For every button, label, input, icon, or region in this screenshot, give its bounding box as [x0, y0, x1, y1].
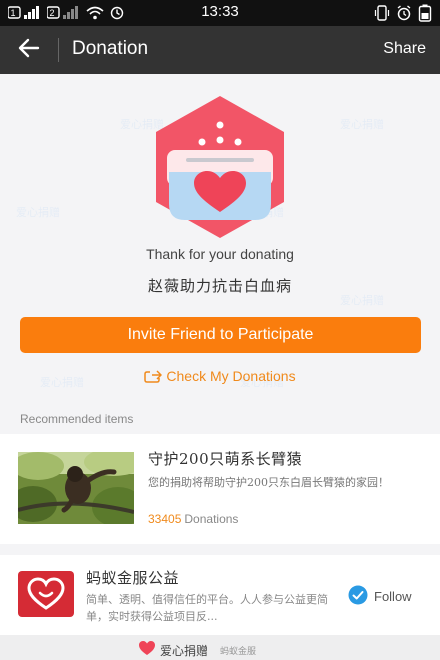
org-logo: [18, 571, 74, 617]
follow-label: Follow: [374, 589, 412, 604]
footer-sub: 蚂蚁金服: [220, 645, 257, 656]
vibrate-icon: [374, 5, 390, 25]
check-donations-link[interactable]: Check My Donations: [0, 368, 440, 386]
status-right: [374, 4, 432, 26]
footer: 爱心捐赠 蚂蚁金服: [0, 635, 440, 660]
donation-count-value: 33405: [148, 512, 182, 526]
app-bar-divider: [58, 38, 59, 62]
item-description: 您的捐助将帮助守护200只东白眉长臂猿的家园！: [148, 476, 389, 489]
org-description: 简单、透明、值得信任的平台。人人参与公益更简单，实时获得公益项目反...: [86, 593, 328, 623]
alarm-icon: [396, 5, 412, 25]
footer-brand: 爱心捐赠: [160, 643, 209, 658]
main-content: 爱心捐赠 爱心捐赠 爱心捐赠 爱心捐赠 爱心捐赠 爱心捐赠 爱心捐赠 Thank…: [0, 74, 440, 660]
app-bar: Donation Share: [0, 26, 440, 74]
section-title-recommended: Recommended items: [20, 412, 134, 426]
donation-count-label: Donations: [184, 512, 239, 526]
battery-icon: [418, 4, 432, 26]
link-arrow-icon: [144, 369, 163, 386]
heart-icon: [138, 640, 156, 660]
check-donations-label: Check My Donations: [166, 368, 296, 384]
page-title: Donation: [72, 38, 149, 59]
thanks-text: Thank for your donating: [146, 246, 294, 262]
arrow-left-icon: [18, 38, 40, 62]
item-donation-count: 33405 Donations: [148, 512, 238, 526]
gibbon-photo: [18, 452, 134, 524]
recommended-item-card[interactable]: 守护200只萌系长臂猿 您的捐助将帮助守护200只东白眉长臂猿的家园！ 3340…: [0, 434, 440, 544]
share-button[interactable]: Share: [383, 40, 426, 58]
project-name: 赵薇助力抗击白血病: [147, 277, 292, 295]
donation-box-heart-icon: [140, 92, 300, 242]
watermark: 爱心捐赠: [16, 207, 60, 219]
card-separator: [0, 544, 440, 555]
check-circle-icon: [348, 585, 368, 608]
follow-button[interactable]: Follow: [348, 585, 412, 608]
org-name: 蚂蚁金服公益: [86, 569, 180, 587]
watermark: 爱心捐赠: [340, 119, 384, 131]
back-button[interactable]: [14, 36, 44, 64]
footer-logo: 爱心捐赠 蚂蚁金服: [138, 640, 256, 660]
status-bar: 1 2 13:33: [0, 0, 440, 26]
invite-friend-button[interactable]: Invite Friend to Participate: [20, 317, 421, 353]
organization-card[interactable]: 蚂蚁金服公益 简单、透明、值得信任的平台。人人参与公益更简单，实时获得公益项目反…: [0, 555, 440, 635]
item-title: 守护200只萌系长臂猿: [148, 450, 303, 468]
